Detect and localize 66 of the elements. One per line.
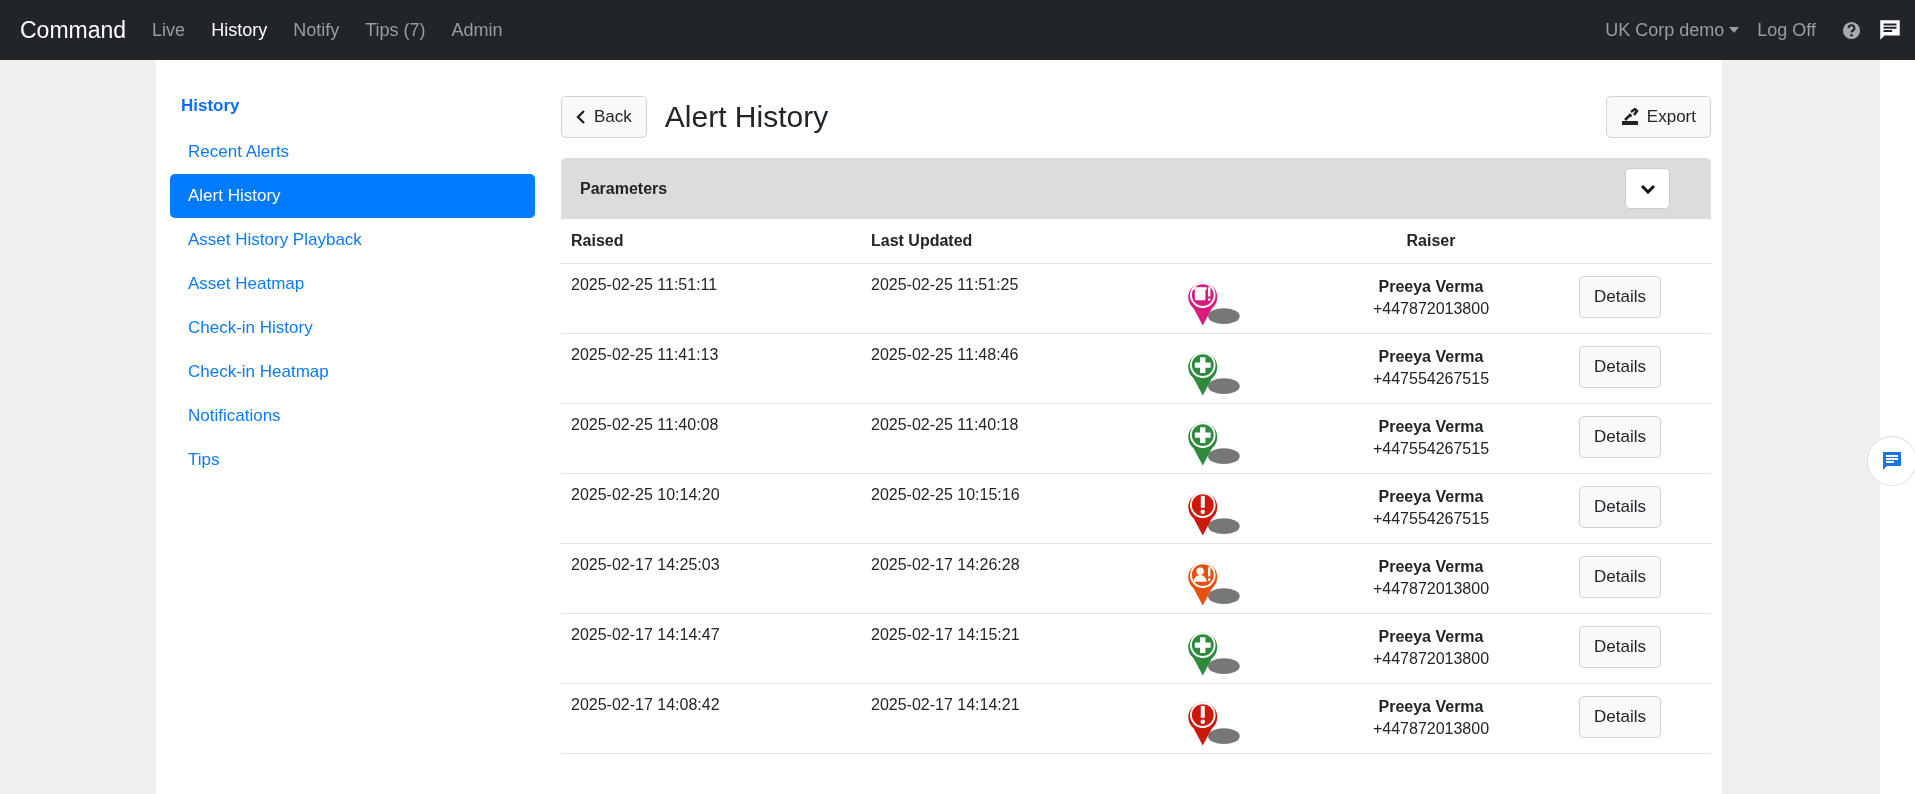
raiser-name: Preeya Verma	[1378, 488, 1484, 506]
sidebar-item[interactable]: Notifications	[170, 394, 535, 438]
expand-toggle-button[interactable]	[1625, 168, 1670, 209]
help-icon[interactable]	[1842, 20, 1861, 40]
table-cell-text: 2025-02-25 11:51:11	[571, 276, 719, 294]
column-header: Raiser	[1405, 232, 1457, 250]
nav-link[interactable]: Tips (7)	[365, 19, 426, 41]
parameters-label: Parameters	[580, 179, 668, 198]
nav-link[interactable]: Notify	[293, 19, 340, 41]
raiser-name: Preeya Verma	[1378, 418, 1484, 436]
table-cell-text: 2025-02-25 10:15:16	[871, 486, 1021, 504]
details-button[interactable]: Details	[1579, 486, 1661, 528]
sidebar-item[interactable]: Asset History Playback	[170, 218, 535, 262]
nav-link[interactable]: History	[211, 19, 268, 41]
table-cell-text: 2025-02-25 11:51:25	[871, 276, 1020, 294]
table-cell-text: 2025-02-25 11:40:08	[571, 416, 720, 434]
raiser-phone: +447554267515	[1372, 370, 1490, 388]
details-button[interactable]: Details	[1579, 556, 1661, 598]
caret-icon	[1729, 27, 1740, 33]
table-cell-text: 2025-02-25 10:14:20	[571, 486, 721, 504]
nav-link[interactable]: Live	[152, 19, 186, 41]
raiser-phone: +447872013800	[1372, 300, 1490, 318]
export-button[interactable]: Export	[1605, 96, 1711, 138]
table-cell-text: 2025-02-17 14:26:28	[871, 556, 1021, 574]
chevron-icon	[1639, 183, 1656, 194]
sidebar-item[interactable]: Recent Alerts	[170, 130, 535, 174]
raiser-name: Preeya Verma	[1378, 698, 1484, 716]
sidebar-heading: History	[180, 96, 241, 117]
logoff-link[interactable]: Log Off	[1757, 19, 1816, 41]
table-cell-text: 2025-02-17 14:08:42	[571, 696, 721, 714]
raiser-name: Preeya Verma	[1378, 628, 1484, 646]
table-cell-text: 2025-02-25 11:40:18	[871, 416, 1020, 434]
account-dropdown[interactable]: UK Corp demo	[1605, 19, 1740, 41]
details-button[interactable]: Details	[1579, 696, 1661, 738]
details-button[interactable]: Details	[1579, 416, 1661, 458]
raiser-name: Preeya Verma	[1378, 348, 1484, 366]
table-cell-text: 2025-02-17 14:25:03	[571, 556, 721, 574]
chat-icon	[1880, 449, 1904, 473]
raiser-phone: +447554267515	[1372, 440, 1490, 458]
table-cell-text: 2025-02-17 14:15:21	[871, 626, 1021, 644]
table-cell-text: 2025-02-17 14:14:47	[571, 626, 721, 644]
details-button[interactable]: Details	[1579, 276, 1661, 318]
sidebar-item[interactable]: Check-in History	[170, 306, 535, 350]
details-button[interactable]: Details	[1579, 626, 1661, 668]
sidebar-item[interactable]: Check-in Heatmap	[170, 350, 535, 394]
column-header: Raised	[571, 232, 625, 250]
details-button[interactable]: Details	[1579, 346, 1661, 388]
raiser-phone: +447872013800	[1372, 650, 1490, 668]
sidebar-item[interactable]: Alert History	[170, 174, 535, 218]
back-button[interactable]: Back	[561, 96, 647, 138]
raiser-name: Preeya Verma	[1378, 278, 1484, 296]
sidebar-item[interactable]: Asset Heatmap	[170, 262, 535, 306]
chevron-left-icon	[576, 109, 586, 125]
raiser-phone: +447872013800	[1372, 580, 1490, 598]
column-header: Last Updated	[871, 232, 974, 250]
page-title: Alert History	[664, 100, 829, 134]
sidebar-item[interactable]: Tips	[170, 438, 535, 482]
brand-title[interactable]: Command	[20, 16, 127, 44]
table-cell-text: 2025-02-17 14:14:21	[871, 696, 1021, 714]
raiser-phone: +447554267515	[1372, 510, 1490, 528]
table-cell-text: 2025-02-25 11:41:13	[571, 346, 720, 364]
nav-link[interactable]: Admin	[451, 19, 503, 41]
export-icon	[1620, 108, 1639, 126]
raiser-name: Preeya Verma	[1378, 558, 1484, 576]
raiser-phone: +447872013800	[1372, 720, 1490, 738]
table-cell-text: 2025-02-25 11:48:46	[871, 346, 1020, 364]
